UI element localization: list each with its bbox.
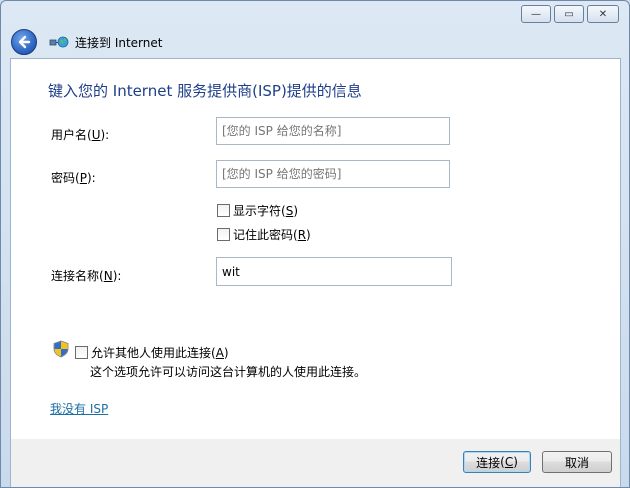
password-input[interactable] — [216, 160, 450, 188]
connect-button[interactable]: 连接(C) — [463, 451, 531, 473]
remember-password-label: 记住此密码(R) — [233, 228, 311, 242]
show-chars-label: 显示字符(S) — [233, 204, 299, 218]
allow-others-checkbox-row[interactable]: 允许其他人使用此连接(A) — [75, 344, 229, 361]
no-isp-link[interactable]: 我没有 ISP — [50, 400, 108, 417]
allow-others-checkbox[interactable] — [75, 346, 88, 359]
connection-name-input[interactable] — [216, 257, 452, 286]
back-button[interactable] — [11, 29, 37, 55]
connect-internet-window: — ▭ ✕ 连接到 Internet 键入您的 Internet 服务提供商(I… — [0, 0, 630, 488]
cancel-button[interactable]: 取消 — [542, 451, 612, 473]
caption-buttons: — ▭ ✕ — [521, 5, 619, 23]
close-button[interactable]: ✕ — [587, 5, 619, 23]
page-heading: 键入您的 Internet 服务提供商(ISP)提供的信息 — [48, 82, 362, 100]
password-label: 密码(P): — [51, 171, 96, 185]
username-input[interactable] — [216, 117, 450, 145]
remember-password-checkbox[interactable] — [217, 228, 230, 241]
nav-bar: 连接到 Internet — [11, 29, 162, 55]
uac-shield-icon — [53, 340, 69, 358]
show-chars-checkbox-row[interactable]: 显示字符(S) — [217, 202, 298, 219]
remember-password-checkbox-row[interactable]: 记住此密码(R) — [217, 226, 311, 243]
back-arrow-icon — [18, 35, 31, 49]
button-bar: 连接(C) 取消 — [10, 439, 621, 487]
maximize-button[interactable]: ▭ — [554, 5, 584, 23]
username-label: 用户名(U): — [51, 128, 110, 142]
show-chars-checkbox[interactable] — [217, 204, 230, 217]
window-title: 连接到 Internet — [75, 35, 163, 50]
network-globe-icon — [49, 36, 69, 48]
minimize-button[interactable]: — — [521, 5, 551, 23]
allow-others-description: 这个选项允许可以访问这台计算机的人使用此连接。 — [90, 365, 367, 379]
content-panel: 键入您的 Internet 服务提供商(ISP)提供的信息 用户名(U): 密码… — [10, 58, 621, 439]
connection-name-label: 连接名称(N): — [51, 269, 122, 283]
allow-others-label: 允许其他人使用此连接(A) — [91, 346, 229, 360]
